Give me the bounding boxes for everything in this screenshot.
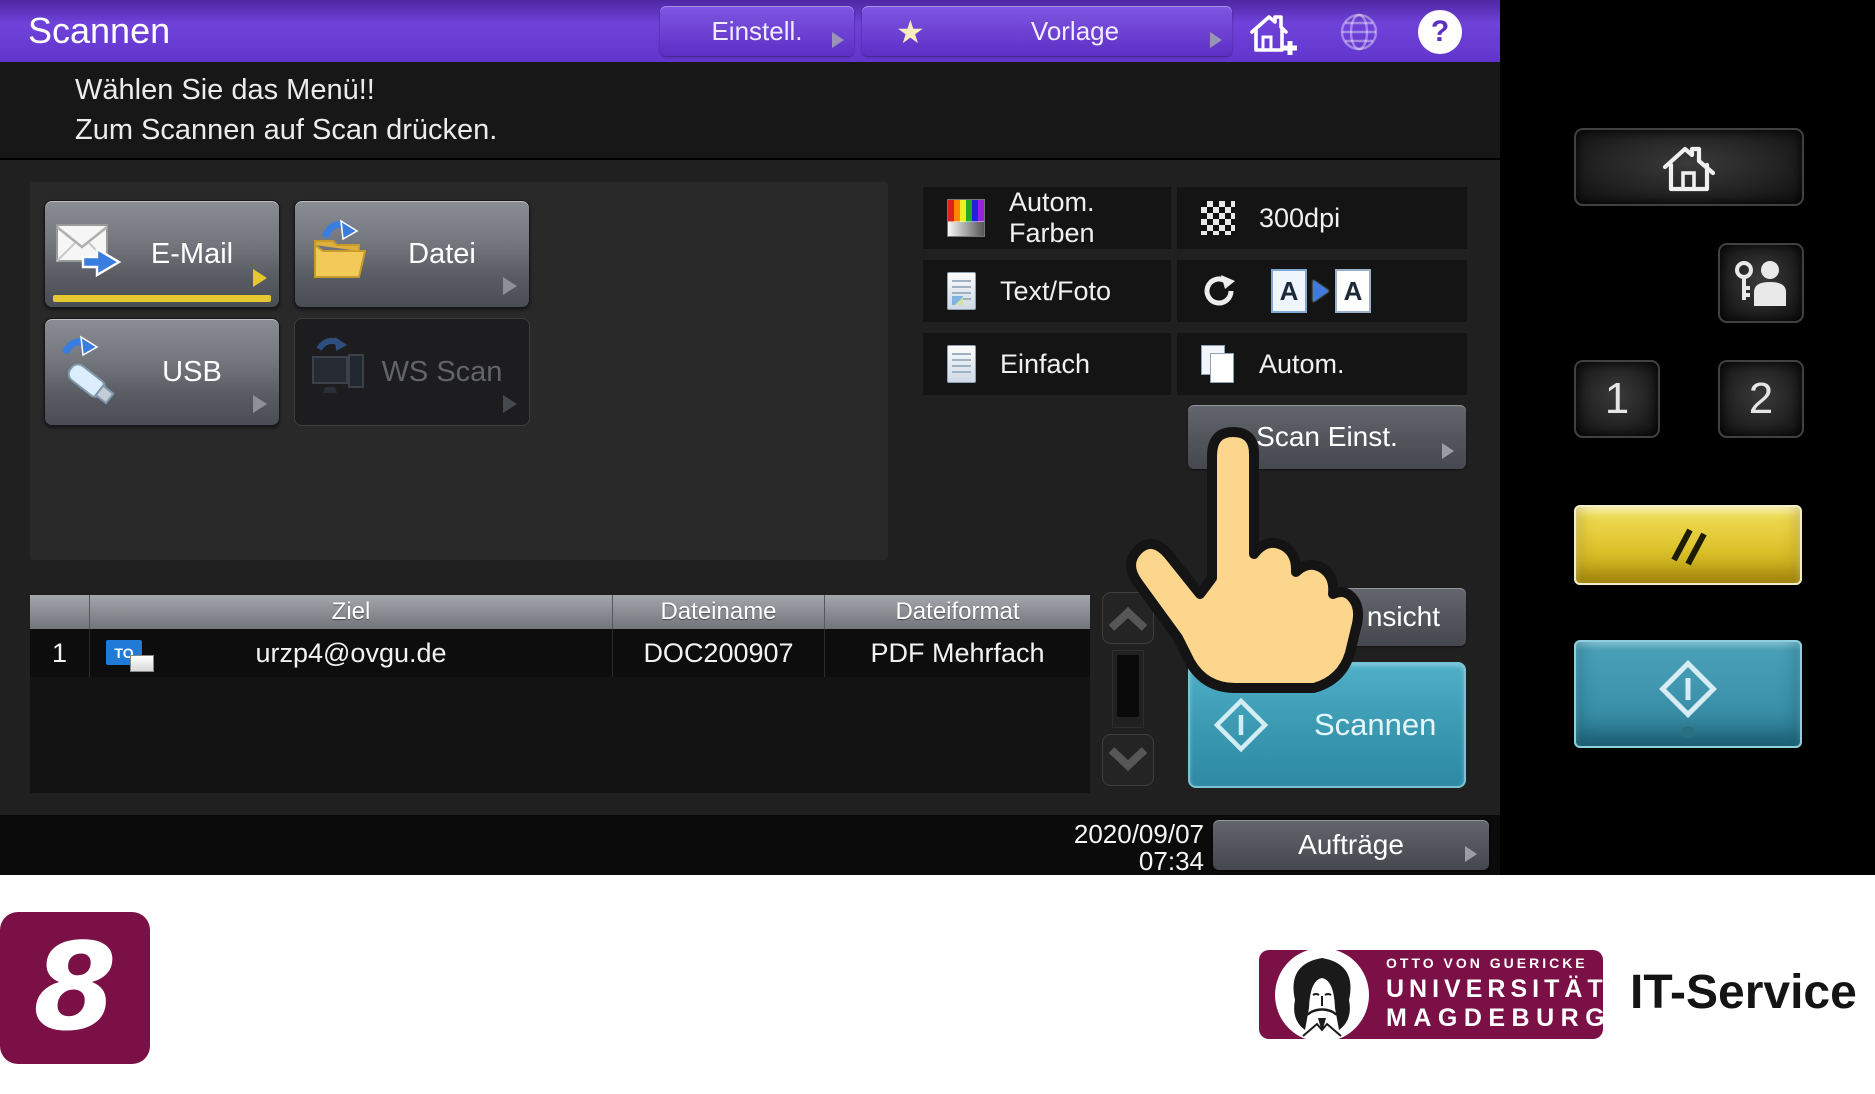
ws-scan-label: WS Scan: [365, 319, 519, 425]
file-button[interactable]: Datei: [294, 200, 530, 308]
submenu-arrow-icon: [253, 395, 267, 413]
orientation-a-right: A: [1335, 269, 1371, 313]
user-key-1[interactable]: 1: [1574, 360, 1660, 438]
sides-label: Einfach: [1000, 349, 1090, 380]
star-icon: ★: [896, 10, 925, 54]
size-setting[interactable]: Autom.: [1177, 333, 1467, 395]
template-label: Vorlage: [1031, 16, 1119, 47]
key-2-label: 2: [1749, 374, 1773, 424]
guericke-portrait: [1275, 948, 1369, 1042]
sides-setting[interactable]: Einfach: [923, 333, 1171, 395]
ws-scan-button-disabled[interactable]: WS Scan: [294, 318, 530, 426]
orientation-a-left: A: [1271, 269, 1307, 313]
destination-address: urzp4@ovgu.de: [255, 638, 446, 669]
row-destination: TO urzp4@ovgu.de: [90, 629, 613, 677]
document-icon: [947, 272, 976, 310]
jobs-button[interactable]: Aufträge: [1213, 820, 1489, 870]
chevron-right-icon: [832, 32, 844, 48]
table-row[interactable]: 1 TO urzp4@ovgu.de DOC200907 PDF Mehrfac…: [30, 629, 1090, 677]
color-swatch-icon: [947, 199, 985, 237]
pointing-hand-cursor: [1100, 423, 1390, 715]
page-title: Scannen: [28, 0, 170, 62]
original-mode-label: Text/Foto: [1000, 276, 1111, 307]
settings-menu-button[interactable]: Einstell.: [660, 6, 854, 56]
datetime: 2020/09/07 07:34: [1074, 821, 1204, 875]
message-line-2: Zum Scannen auf Scan drücken.: [75, 114, 497, 147]
color-mode-setting[interactable]: Autom. Farben: [923, 187, 1171, 249]
color-mode-label: Autom. Farben: [1009, 187, 1171, 249]
submenu-arrow-icon: [253, 269, 267, 287]
resolution-icon: [1201, 201, 1235, 235]
message-area: Wählen Sie das Menü!! Zum Scannen auf Sc…: [0, 62, 1500, 160]
globe-icon[interactable]: [1336, 12, 1382, 52]
header-ziel: Ziel: [90, 595, 613, 629]
jobs-label: Aufträge: [1298, 829, 1404, 861]
size-label: Autom.: [1259, 349, 1345, 380]
user-access-button[interactable]: [1718, 243, 1804, 323]
resolution-setting[interactable]: 300dpi: [1177, 187, 1467, 249]
home-hardware-button[interactable]: [1574, 128, 1804, 206]
table-header: Ziel Dateiname Dateiformat: [30, 595, 1090, 629]
reset-slashes-icon: [1662, 522, 1714, 568]
submenu-arrow-icon: [503, 395, 517, 413]
email-button[interactable]: E-Mail: [44, 200, 280, 308]
it-service-label: IT-Service: [1630, 965, 1857, 1020]
printer-panel: Scannen Einstell. ★ Vorlage: [0, 0, 1875, 1094]
touchscreen: Scannen Einstell. ★ Vorlage: [0, 0, 1500, 875]
step-number-badge: 8: [0, 912, 150, 1064]
start-led: [1682, 726, 1694, 738]
usb-button[interactable]: USB: [44, 318, 280, 426]
logo-line-2: UNIVERSITÄT: [1386, 977, 1611, 1002]
arrow-right-icon: [1313, 280, 1329, 302]
template-button[interactable]: ★ Vorlage: [862, 6, 1232, 56]
row-number: 1: [30, 629, 90, 677]
home-icon: [1659, 141, 1719, 193]
logo-line-3: MAGDEBURG: [1386, 1006, 1611, 1031]
user-key-icon: [1734, 258, 1788, 308]
header-dateiname: Dateiname: [613, 595, 825, 629]
hardware-panel: 1 2: [1500, 0, 1875, 875]
chevron-right-icon: [1210, 32, 1222, 48]
logo-line-1: OTTO VON GUERICKE: [1386, 956, 1611, 970]
chevron-right-icon: [1442, 443, 1454, 459]
start-hardware-button[interactable]: [1574, 640, 1802, 748]
chevron-right-icon: [1465, 846, 1477, 862]
selected-indicator: [53, 295, 271, 302]
help-icon[interactable]: ?: [1418, 10, 1462, 54]
original-mode-setting[interactable]: Text/Foto: [923, 260, 1171, 322]
help-glyph: ?: [1431, 15, 1449, 49]
function-clear-button[interactable]: [1574, 505, 1802, 585]
home-add-icon[interactable]: [1246, 10, 1304, 56]
ovgu-logo-text: OTTO VON GUERICKE UNIVERSITÄT MAGDEBURG: [1386, 956, 1611, 1031]
start-diamond-icon: [1657, 658, 1719, 720]
submenu-arrow-icon: [503, 277, 517, 295]
to-envelope-icon: TO: [106, 640, 142, 665]
rotate-icon: [1201, 273, 1237, 309]
settings-menu-label: Einstell.: [711, 16, 802, 47]
key-1-label: 1: [1605, 374, 1629, 424]
orientation-preview: A A: [1271, 269, 1371, 313]
row-filename: DOC200907: [613, 629, 825, 677]
user-key-2[interactable]: 2: [1718, 360, 1804, 438]
chevron-down-icon: [1108, 747, 1148, 773]
scroll-down-button[interactable]: [1102, 734, 1154, 786]
resolution-label: 300dpi: [1259, 203, 1340, 234]
pages-icon: [1201, 345, 1235, 383]
table-empty-area: [30, 677, 1090, 793]
usb-label: USB: [115, 319, 269, 425]
document-icon: [947, 345, 976, 383]
slide-footer: 8 OTTO VON GUERICKE UNIVERSITÄT MAGDEBUR…: [0, 875, 1875, 1094]
header-num: [30, 595, 90, 629]
date: 2020/09/07: [1074, 821, 1204, 848]
email-label: E-Mail: [115, 201, 269, 307]
message-line-1: Wählen Sie das Menü!!: [75, 74, 375, 107]
title-bar: Scannen Einstell. ★ Vorlage: [0, 0, 1500, 62]
rotation-setting[interactable]: A A: [1177, 260, 1467, 322]
time: 07:34: [1074, 848, 1204, 875]
file-label: Datei: [365, 201, 519, 307]
row-fileformat: PDF Mehrfach: [825, 629, 1090, 677]
header-dateiformat: Dateiformat: [825, 595, 1090, 629]
